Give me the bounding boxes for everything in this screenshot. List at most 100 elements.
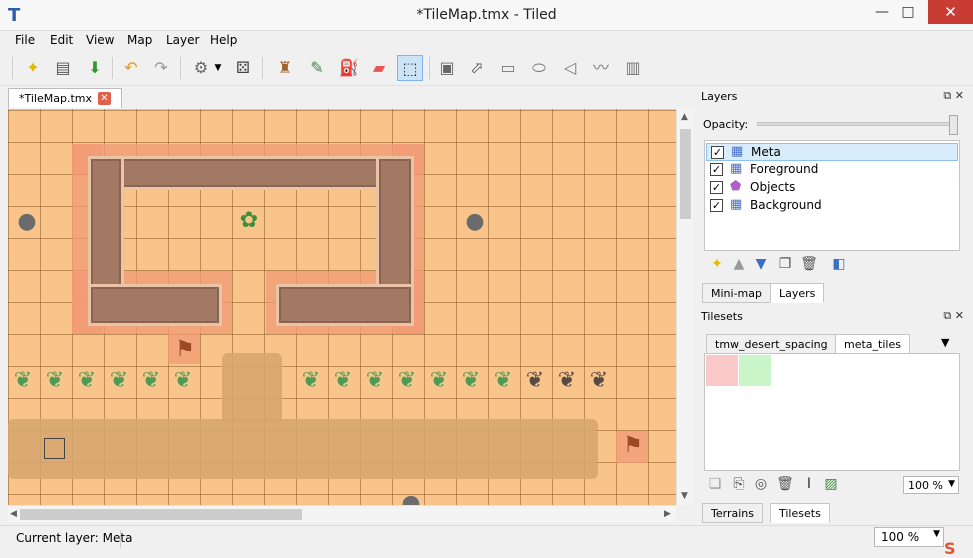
- remove-tileset-icon[interactable]: 🗑: [775, 476, 795, 494]
- insert-polygon-icon[interactable]: ◁: [557, 55, 583, 81]
- cactus-tile: ✿: [239, 208, 259, 233]
- redo-icon[interactable]: ↷: [148, 55, 174, 81]
- insert-rectangle-icon[interactable]: ▭: [495, 55, 521, 81]
- close-window-button[interactable]: ✕: [928, 0, 973, 24]
- insert-polyline-icon[interactable]: 〰: [588, 55, 614, 81]
- scroll-down-icon[interactable]: ▼: [681, 491, 688, 501]
- layer-row-meta[interactable]: ✓ ▦ Meta: [706, 143, 958, 161]
- menu-help[interactable]: Help: [210, 33, 237, 47]
- insert-ellipse-icon[interactable]: ⬭: [526, 55, 552, 81]
- tileset-zoom-select[interactable]: 100 % ▼: [903, 476, 959, 494]
- move-layer-up-icon[interactable]: ▲: [729, 256, 749, 274]
- signpost-tile: ⚑: [623, 433, 643, 458]
- layer-row-background[interactable]: ✓ ▦ Background: [706, 197, 958, 215]
- tileset-zoom-value: 100 %: [908, 479, 943, 492]
- terrain-brush-icon[interactable]: ✎: [304, 55, 330, 81]
- tab-tilemap[interactable]: *TileMap.tmx ✕: [8, 88, 122, 108]
- dock-float-close-icon[interactable]: ⧉ ✕: [943, 89, 964, 103]
- visibility-checkbox[interactable]: ✓: [710, 163, 723, 176]
- layer-name: Foreground: [750, 162, 819, 176]
- opacity-slider[interactable]: [757, 122, 957, 126]
- layer-row-foreground[interactable]: ✓ ▦ Foreground: [706, 161, 958, 179]
- zoom-select[interactable]: 100 % ▼: [874, 527, 944, 547]
- chevron-down-icon: ▼: [933, 529, 940, 539]
- tileset-menu-chevron-down-icon[interactable]: ▼: [941, 336, 949, 349]
- menu-file[interactable]: File: [15, 33, 35, 47]
- visibility-checkbox[interactable]: ✓: [711, 146, 724, 159]
- horizontal-scroll-thumb[interactable]: [20, 509, 302, 520]
- edit-tileset-icon[interactable]: ◎: [751, 476, 771, 494]
- edit-polygons-icon[interactable]: ⬀: [464, 55, 490, 81]
- scroll-left-icon[interactable]: ◀: [10, 509, 17, 519]
- eraser-icon[interactable]: ▰: [366, 55, 392, 81]
- layer-name: Meta: [751, 145, 781, 159]
- vertical-scrollbar[interactable]: ▲ ▼: [676, 109, 693, 505]
- chevron-down-icon: ▼: [948, 479, 955, 489]
- stamp-brush-icon[interactable]: ♜: [272, 55, 298, 81]
- tile-red[interactable]: [706, 355, 738, 386]
- shrub-tile: ❦: [493, 368, 513, 393]
- rock-tile: ●: [465, 209, 485, 234]
- opacity-slider-handle[interactable]: [949, 115, 958, 135]
- close-icon[interactable]: ✕: [98, 92, 111, 105]
- toggle-other-layers-icon[interactable]: ◧: [829, 256, 849, 274]
- random-icon[interactable]: ⚄: [230, 55, 256, 81]
- status-divider: [120, 530, 121, 548]
- shrub-tile: ❦: [461, 368, 481, 393]
- map-canvas[interactable]: ● ● ✿ ⚑ ⚑ ● ❦ ❦ ❦ ❦ ❦ ❦ ❦ ❦ ❦ ❦ ❦ ❦ ❦ ❦ …: [8, 109, 676, 505]
- tab-tilesets[interactable]: Tilesets: [770, 503, 830, 523]
- dead-shrub-tile: ❦: [525, 368, 545, 393]
- tab-layers[interactable]: Layers: [770, 283, 825, 303]
- layers-title: Layers: [701, 90, 738, 103]
- toolbar-separator: [12, 57, 13, 79]
- select-objects-icon[interactable]: ▣: [434, 55, 460, 81]
- toolbar-separator: [262, 57, 263, 79]
- main-toolbar: ✦ ▤ ⬇ ↶ ↷ ⚙ ▼ ⚄ ♜ ✎ ⛽ ▰ ⬚ ▣ ⬀ ▭ ⬭ ◁ 〰 ▥: [0, 51, 973, 86]
- wall-segment: [88, 284, 222, 326]
- tab-tmw-desert-spacing[interactable]: tmw_desert_spacing: [706, 334, 837, 354]
- menu-edit[interactable]: Edit: [50, 33, 73, 47]
- toolbar-separator: [429, 57, 430, 79]
- menu-layer[interactable]: Layer: [166, 33, 199, 47]
- dirt-path: [222, 353, 282, 423]
- commands-icon[interactable]: ⚙: [188, 55, 214, 81]
- scroll-up-icon[interactable]: ▲: [681, 112, 688, 122]
- dock-float-close-icon[interactable]: ⧉ ✕: [943, 309, 964, 323]
- tile-layer-icon: ▦: [730, 197, 743, 212]
- insert-tile-icon[interactable]: ▥: [620, 55, 646, 81]
- open-icon[interactable]: ▤: [50, 55, 76, 81]
- tab-label: *TileMap.tmx: [19, 92, 93, 105]
- maximize-button[interactable]: □: [886, 0, 930, 24]
- rectangle-select-icon[interactable]: ⬚: [397, 55, 423, 81]
- new-tileset-icon[interactable]: ❏: [705, 476, 725, 494]
- tile-green[interactable]: [739, 355, 771, 386]
- add-layer-icon[interactable]: ✦: [707, 256, 727, 274]
- layer-row-objects[interactable]: ✓ ⬟ Objects: [706, 179, 958, 197]
- menu-view[interactable]: View: [86, 33, 114, 47]
- remove-layer-icon[interactable]: 🗑: [799, 256, 819, 274]
- duplicate-layer-icon[interactable]: ❐: [775, 256, 795, 274]
- horizontal-scrollbar[interactable]: ◀ ▶: [8, 505, 676, 522]
- move-layer-down-icon[interactable]: ▼: [751, 256, 771, 274]
- import-tileset-icon[interactable]: ⎘: [729, 476, 749, 494]
- visibility-checkbox[interactable]: ✓: [710, 199, 723, 212]
- tileset-view[interactable]: [704, 353, 960, 471]
- tab-mini-map[interactable]: Mini-map: [702, 283, 771, 303]
- tile-layer-icon: ▦: [730, 161, 743, 176]
- tileset-image-icon[interactable]: ▨: [821, 476, 841, 494]
- undo-icon[interactable]: ↶: [118, 55, 144, 81]
- dead-shrub-tile: ❦: [589, 368, 609, 393]
- vertical-scroll-thumb[interactable]: [680, 129, 691, 219]
- new-icon[interactable]: ✦: [20, 55, 46, 81]
- tab-terrains[interactable]: Terrains: [702, 503, 763, 523]
- shrub-tile: ❦: [333, 368, 353, 393]
- tab-meta-tiles[interactable]: meta_tiles: [835, 334, 910, 354]
- scroll-right-icon[interactable]: ▶: [664, 509, 671, 519]
- tile-properties-icon[interactable]: Ⅰ: [799, 476, 819, 494]
- save-icon[interactable]: ⬇: [82, 55, 108, 81]
- visibility-checkbox[interactable]: ✓: [710, 181, 723, 194]
- menu-map[interactable]: Map: [127, 33, 152, 47]
- chevron-down-icon[interactable]: ▼: [212, 55, 224, 81]
- system-tray-logo-icon: S: [944, 539, 956, 558]
- bucket-fill-icon[interactable]: ⛽: [336, 55, 362, 81]
